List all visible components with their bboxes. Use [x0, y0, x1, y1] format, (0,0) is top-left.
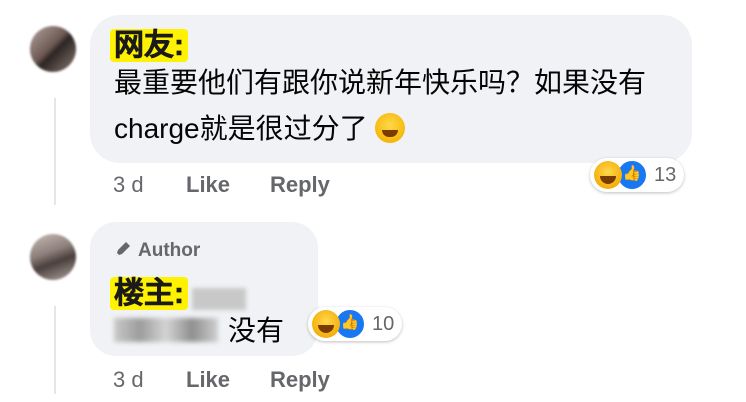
comment-timestamp[interactable]: 3 d: [113, 367, 144, 393]
haha-reaction-icon: [594, 161, 622, 189]
reply-button[interactable]: Reply: [270, 367, 330, 393]
reply-button[interactable]: Reply: [270, 172, 330, 198]
comment-text: 没有: [228, 315, 285, 346]
reaction-count: 10: [372, 312, 395, 335]
haha-reaction-icon: [312, 310, 340, 338]
laughing-emoji-icon: [375, 113, 406, 143]
like-button[interactable]: Like: [186, 367, 230, 393]
blurred-mention: [114, 318, 218, 342]
author-pen-icon: [116, 242, 130, 256]
blurred-name: [192, 287, 246, 310]
name-label: 楼主:: [110, 277, 188, 310]
like-button[interactable]: Like: [186, 172, 230, 198]
commenter-avatar[interactable]: [30, 26, 76, 72]
commenter-name[interactable]: 网友:: [110, 20, 188, 64]
thread-line: [54, 306, 56, 394]
thread-line: [54, 98, 56, 205]
author-avatar[interactable]: [30, 234, 76, 280]
author-name[interactable]: 楼主:: [110, 268, 246, 312]
reaction-count: 13: [654, 163, 677, 186]
comment-text: 最重要他们有跟你说新年快乐吗？如果没有 charge就是很过分了: [114, 67, 647, 144]
comment-timestamp[interactable]: 3 d: [113, 172, 144, 198]
name-label: 网友:: [110, 29, 188, 62]
reaction-summary[interactable]: 👍 10: [308, 307, 403, 341]
reaction-summary[interactable]: 👍 13: [590, 158, 685, 192]
author-badge: Author: [114, 240, 200, 262]
